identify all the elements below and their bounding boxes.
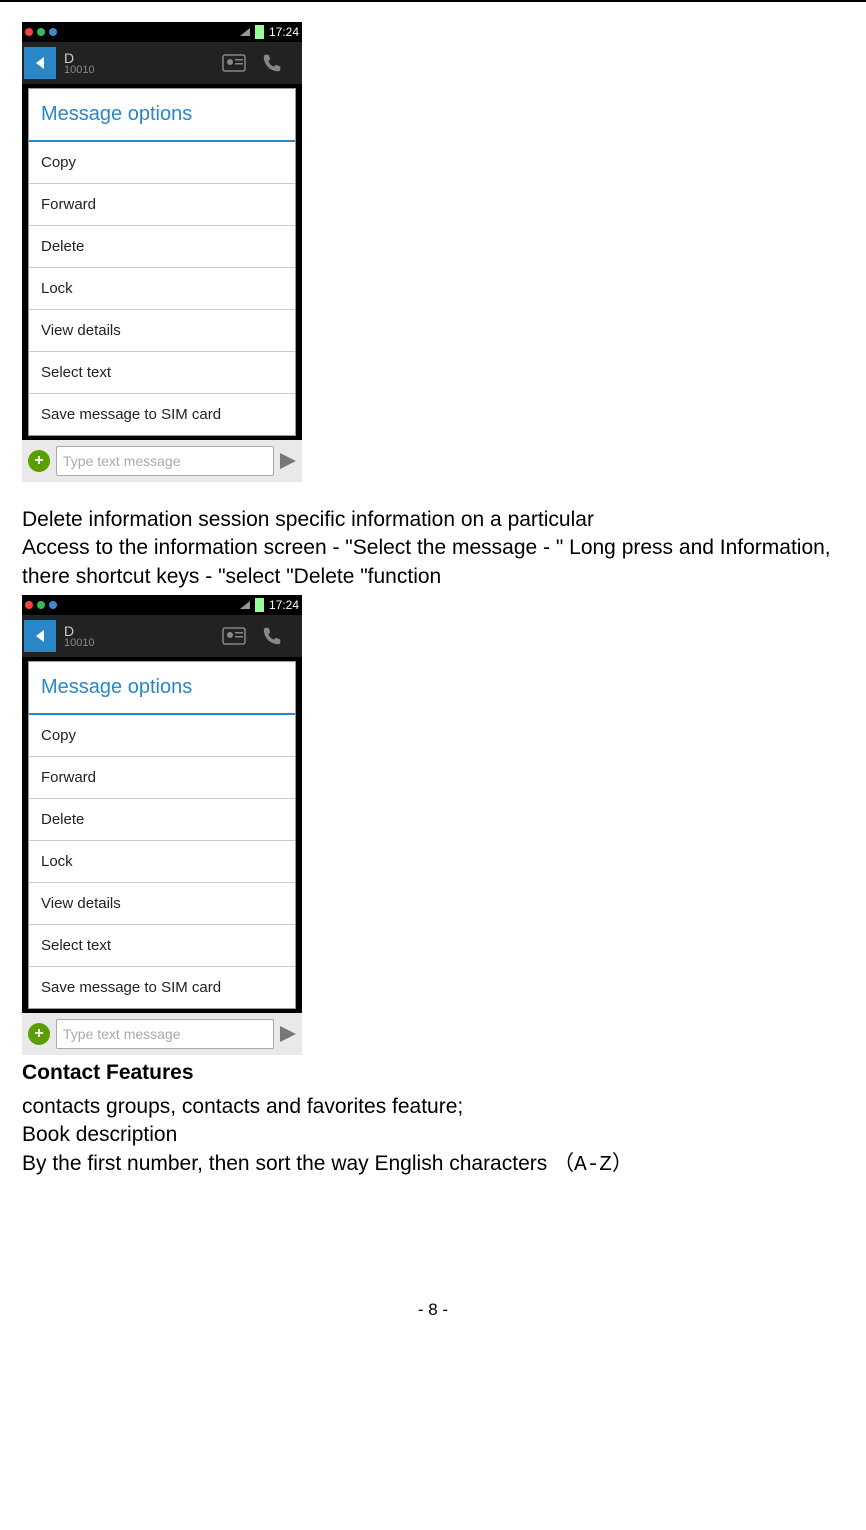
status-bar: 17:24 (22, 22, 302, 42)
back-arrow-icon (36, 630, 44, 642)
option-view-details[interactable]: View details (29, 310, 295, 352)
contact-name: D (64, 624, 222, 638)
message-input[interactable]: Type text message (56, 1019, 274, 1049)
status-time: 17:24 (269, 25, 299, 39)
text-span-az: （A-Z） (553, 1154, 633, 1177)
signal-icon (240, 601, 250, 609)
send-icon[interactable] (280, 453, 296, 469)
back-button[interactable] (24, 620, 56, 652)
status-dot-icon (49, 28, 57, 36)
text-line: By the first number, then sort the way E… (22, 1150, 844, 1180)
message-input[interactable]: Type text message (56, 446, 274, 476)
contact-name: D (64, 51, 222, 65)
contact-number: 10010 (64, 638, 222, 649)
dialog-title: Message options (29, 89, 295, 142)
screenshot-1: 17:24 D 10010 Message options Copy Forwa… (22, 22, 302, 482)
option-save-to-sim[interactable]: Save message to SIM card (29, 967, 295, 1008)
contact-number: 10010 (64, 65, 222, 76)
option-copy[interactable]: Copy (29, 142, 295, 184)
option-lock[interactable]: Lock (29, 841, 295, 883)
message-options-dialog: Message options Copy Forward Delete Lock… (28, 661, 296, 1009)
phone-icon (262, 625, 284, 647)
status-dot-icon (37, 28, 45, 36)
conversation-top-bar: D 10010 (22, 42, 302, 84)
status-left-icons (25, 28, 235, 36)
option-forward[interactable]: Forward (29, 184, 295, 226)
dialog-title: Message options (29, 662, 295, 715)
status-left-icons (25, 601, 235, 609)
contact-header[interactable]: D 10010 (56, 51, 222, 76)
option-select-text[interactable]: Select text (29, 352, 295, 394)
status-dot-icon (37, 601, 45, 609)
contact-header[interactable]: D 10010 (56, 624, 222, 649)
back-arrow-icon (36, 57, 44, 69)
option-select-text[interactable]: Select text (29, 925, 295, 967)
text-span: By the first number, then sort the way E… (22, 1152, 553, 1175)
status-time: 17:24 (269, 598, 299, 612)
status-dot-icon (49, 601, 57, 609)
contact-card-icon (222, 54, 246, 72)
status-dot-icon (25, 28, 33, 36)
conversation-top-bar: D 10010 (22, 615, 302, 657)
back-button[interactable] (24, 47, 56, 79)
body-paragraph: Delete information session specific info… (22, 506, 844, 591)
text-line: Access to the information screen - "Sele… (22, 534, 844, 591)
add-attachment-button[interactable]: + (28, 1023, 50, 1045)
message-composer: + Type text message (22, 440, 302, 482)
option-delete[interactable]: Delete (29, 226, 295, 268)
send-icon[interactable] (280, 1026, 296, 1042)
page-number: - 8 - (22, 1300, 844, 1360)
message-composer: + Type text message (22, 1013, 302, 1055)
option-lock[interactable]: Lock (29, 268, 295, 310)
option-save-to-sim[interactable]: Save message to SIM card (29, 394, 295, 435)
option-delete[interactable]: Delete (29, 799, 295, 841)
message-options-dialog: Message options Copy Forward Delete Lock… (28, 88, 296, 436)
text-line: Delete information session specific info… (22, 506, 844, 534)
battery-icon (255, 25, 264, 39)
text-line: contacts groups, contacts and favorites … (22, 1093, 844, 1121)
body-paragraph: contacts groups, contacts and favorites … (22, 1093, 844, 1180)
phone-icon (262, 52, 284, 74)
call-button[interactable] (262, 52, 302, 74)
screenshot-2: 17:24 D 10010 Message options Copy Forwa… (22, 595, 302, 1055)
option-copy[interactable]: Copy (29, 715, 295, 757)
option-forward[interactable]: Forward (29, 757, 295, 799)
contact-card-button[interactable] (222, 627, 262, 645)
text-line: Book description (22, 1121, 844, 1149)
add-attachment-button[interactable]: + (28, 450, 50, 472)
status-bar: 17:24 (22, 595, 302, 615)
call-button[interactable] (262, 625, 302, 647)
contact-card-icon (222, 627, 246, 645)
contact-card-button[interactable] (222, 54, 262, 72)
option-view-details[interactable]: View details (29, 883, 295, 925)
signal-icon (240, 28, 250, 36)
section-heading: Contact Features (22, 1061, 844, 1085)
battery-icon (255, 598, 264, 612)
status-dot-icon (25, 601, 33, 609)
